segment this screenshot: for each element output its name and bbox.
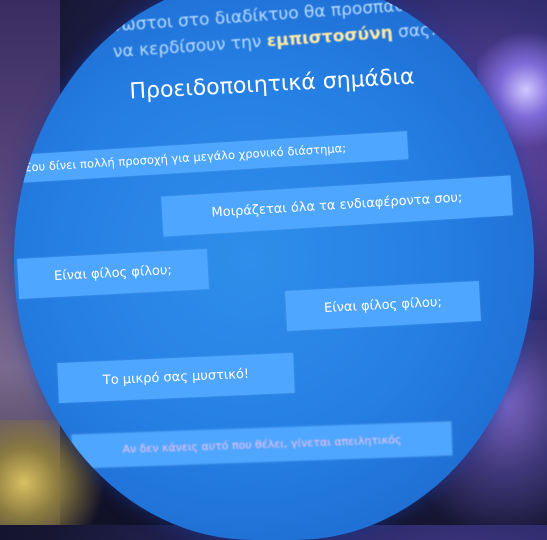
- warning-sign-box: Μοιράζεται όλα τα ενδιαφέροντα σου;: [161, 175, 513, 237]
- warning-sign-box: Αν δεν κάνεις αυτό που θέλει, γίνεται απ…: [71, 421, 453, 469]
- projection-screen: Άγνωστοι στο διαδίκτυο θα προσπαθήσουν ν…: [14, 0, 534, 540]
- intro-line-2-end: σας!: [391, 19, 438, 43]
- warning-sign-box: Είναι φίλος φίλου;: [17, 249, 209, 299]
- warning-sign-box: Το μικρό σας μυστικό!: [57, 352, 295, 404]
- warning-sign-box: Σου δίνει πολλή προσοχή για μεγάλο χρονι…: [17, 131, 409, 183]
- intro-highlight-word: εμπιστοσύνη: [266, 22, 394, 52]
- intro-text: Άγνωστοι στο διαδίκτυο θα προσπαθήσουν ν…: [53, 0, 496, 69]
- slide-heading: Προειδοποιητικά σημάδια: [128, 64, 416, 105]
- warning-sign-box: Είναι φίλος φίλου;: [285, 280, 481, 332]
